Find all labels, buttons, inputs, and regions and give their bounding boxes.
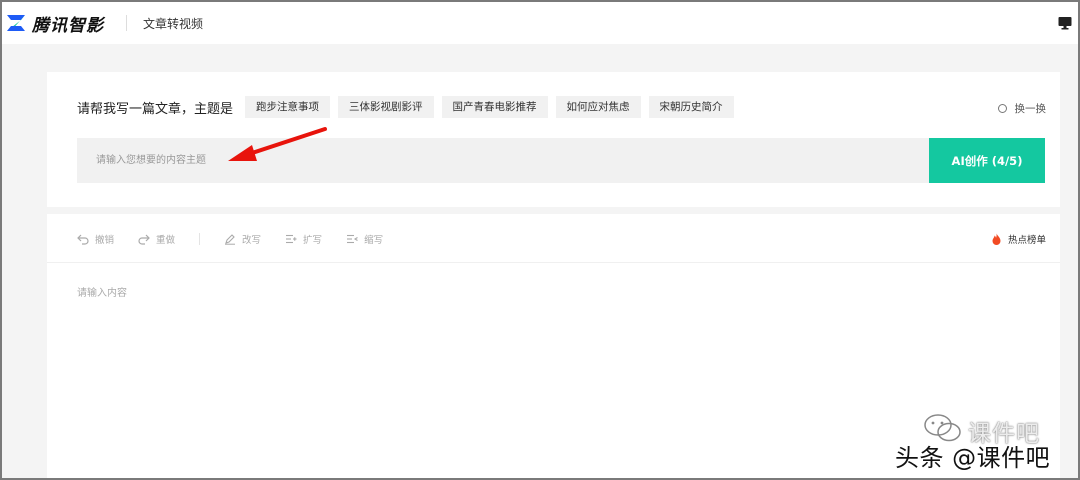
flame-icon	[992, 233, 1001, 245]
pen-icon	[225, 234, 236, 245]
redo-icon	[138, 234, 150, 245]
tencent-zhiying-logo-icon	[7, 15, 25, 31]
top-bar: 腾讯智影 文章转视频	[2, 2, 1078, 44]
prompt-label: 请帮我写一篇文章，主题是	[77, 101, 234, 117]
toolbar-separator	[199, 233, 201, 245]
watermark-credit: 头条 @课件吧	[895, 444, 1051, 472]
hot-list-label: 热点榜单	[1007, 235, 1046, 246]
topic-input-row: AI创作 (4/5)	[77, 138, 1045, 183]
refresh-button[interactable]: 换一换	[997, 101, 1047, 116]
rewrite-button[interactable]: 改写	[224, 232, 261, 246]
expand-label: 扩写	[303, 235, 323, 246]
undo-label: 撤销	[95, 235, 115, 246]
prompt-card: 请帮我写一篇文章，主题是 跑步注意事项 三体影视剧影评 国产青春电影推荐 如何应…	[47, 72, 1060, 207]
logo[interactable]: 腾讯智影	[6, 2, 104, 44]
editor-toolbar: 撤销 重做 改写 扩写 缩写	[77, 231, 407, 247]
shrink-text-icon	[347, 234, 358, 244]
content-editor[interactable]: 请输入内容	[77, 284, 127, 299]
topic-chip-song-dynasty[interactable]: 宋朝历史简介	[648, 96, 734, 118]
topic-chip-anxiety[interactable]: 如何应对焦虑	[555, 96, 641, 118]
ai-create-button[interactable]: AI创作 (4/5)	[929, 138, 1045, 183]
expand-button[interactable]: 扩写	[285, 232, 322, 246]
refresh-icon	[997, 104, 1007, 113]
topic-chip-running[interactable]: 跑步注意事项	[245, 96, 331, 118]
shrink-button[interactable]: 缩写	[346, 232, 383, 246]
topic-chip-three-body[interactable]: 三体影视剧影评	[338, 96, 434, 118]
toolbar-divider	[47, 262, 1060, 263]
topic-chip-youth-movies[interactable]: 国产青春电影推荐	[441, 96, 548, 118]
shrink-label: 缩写	[364, 235, 384, 246]
page-title: 文章转视频	[143, 16, 204, 31]
refresh-label: 换一换	[1014, 103, 1047, 115]
redo-label: 重做	[156, 235, 176, 246]
monitor-icon[interactable]	[1058, 16, 1072, 30]
hot-list-button[interactable]: 热点榜单	[991, 232, 1046, 246]
expand-text-icon	[286, 234, 297, 244]
rewrite-label: 改写	[242, 235, 262, 246]
undo-icon	[77, 234, 89, 245]
topbar-divider	[126, 15, 127, 31]
undo-button[interactable]: 撤销	[77, 232, 114, 246]
app-window: 腾讯智影 文章转视频 请帮我写一篇文章，主题是 跑步注意事项 三体影视剧影评 国…	[0, 0, 1080, 480]
topic-input[interactable]	[77, 138, 929, 183]
prompt-row: 请帮我写一篇文章，主题是 跑步注意事项 三体影视剧影评 国产青春电影推荐 如何应…	[77, 96, 742, 118]
redo-button[interactable]: 重做	[138, 232, 175, 246]
red-annotation-arrow-icon	[228, 127, 327, 161]
logo-text: 腾讯智影	[32, 15, 104, 36]
